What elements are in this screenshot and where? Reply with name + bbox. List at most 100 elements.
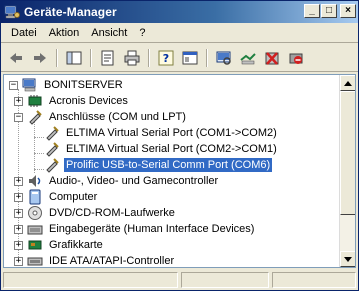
help-button[interactable]: ? — [155, 47, 177, 69]
tree-item-label: DVD/CD-ROM-Laufwerke — [49, 207, 175, 219]
toolbar-separator — [56, 48, 58, 67]
printer-icon — [124, 50, 140, 65]
ide-icon — [27, 257, 43, 266]
expand-toggle[interactable]: + — [14, 224, 23, 234]
update-driver-button[interactable] — [237, 47, 259, 69]
tree-root-label: BONITSERVER — [44, 79, 123, 91]
hid-icon — [27, 225, 43, 235]
tree-item-ide[interactable]: + IDE ATA/ATAPI-Controller — [14, 253, 176, 267]
arrow-right-icon — [34, 52, 46, 63]
vertical-scrollbar[interactable] — [339, 75, 355, 267]
tree-item-dvd-cdrom[interactable]: + DVD/CD-ROM-Laufwerke — [14, 205, 177, 221]
arrow-up-icon — [344, 80, 352, 86]
tree-item-label: Grafikkarte — [49, 239, 103, 251]
help-icon: ? — [158, 50, 174, 65]
scroll-up-button[interactable] — [340, 75, 355, 91]
uninstall-icon — [265, 51, 279, 65]
expand-toggle[interactable]: + — [14, 208, 23, 218]
tree-item-label: Eingabegeräte (Human Interface Devices) — [49, 223, 255, 235]
menu-bar: Datei Aktion Ansicht ? — [1, 23, 358, 43]
tree-view-icon — [66, 51, 82, 64]
forward-button[interactable] — [29, 47, 51, 69]
toolbar-separator — [206, 48, 208, 67]
tree-item-prolific-com6[interactable]: Prolific USB-to-Serial Comm Port (COM6) — [44, 157, 273, 173]
toolbar-separator — [90, 48, 92, 67]
tree-item-computer[interactable]: + Computer — [14, 189, 99, 205]
device-tree-content: − BONITSERVER + Acronis Devices − Anschl… — [4, 75, 340, 267]
tree-item-ports[interactable]: − Anschlüsse (COM und LPT) — [14, 109, 188, 125]
port-icon — [46, 158, 59, 173]
menu-ansicht[interactable]: Ansicht — [85, 27, 133, 39]
port-icon — [46, 142, 59, 157]
back-button[interactable] — [5, 47, 27, 69]
scrollbar-thumb[interactable] — [340, 91, 355, 215]
expand-toggle[interactable]: + — [14, 176, 23, 186]
computer-icon — [22, 78, 36, 92]
tree-item-label: ELTIMA Virtual Serial Port (COM2->COM1) — [66, 143, 277, 155]
device-tree[interactable]: − BONITSERVER + Acronis Devices − Anschl… — [3, 74, 356, 268]
properties-icon — [101, 50, 114, 65]
scroll-down-button[interactable] — [340, 251, 355, 267]
tree-item-audio-video[interactable]: + Audio-, Video- und Gamecontroller — [14, 173, 220, 189]
device-manager-window: Geräte-Manager _ □ × Datei Aktion Ansich… — [0, 0, 359, 291]
collapse-toggle[interactable]: − — [9, 80, 18, 90]
tree-item-label: IDE ATA/ATAPI-Controller — [49, 255, 175, 267]
tree-connector — [34, 169, 44, 170]
title-bar[interactable]: Geräte-Manager _ □ × — [1, 1, 358, 23]
computer-icon — [29, 189, 41, 205]
tree-item-label-selected: Prolific USB-to-Serial Comm Port (COM6) — [64, 158, 273, 172]
tree-item-eltima-com2-com1[interactable]: ELTIMA Virtual Serial Port (COM2->COM1) — [44, 141, 279, 157]
uninstall-button[interactable] — [261, 47, 283, 69]
cdrom-icon — [28, 206, 42, 220]
status-pane — [181, 272, 270, 288]
arrow-down-icon — [344, 256, 352, 262]
view-button[interactable] — [179, 47, 201, 69]
tree-item-graphics[interactable]: + Grafikkarte — [14, 237, 105, 253]
expand-toggle[interactable]: + — [14, 96, 23, 106]
tree-item-acronis-devices[interactable]: + Acronis Devices — [14, 93, 130, 109]
maximize-button[interactable]: □ — [321, 4, 337, 18]
tree-root[interactable]: − BONITSERVER — [9, 77, 125, 93]
status-pane — [272, 272, 356, 288]
tree-item-label: Anschlüsse (COM und LPT) — [49, 111, 186, 123]
window-title: Geräte-Manager — [24, 5, 117, 19]
status-bar — [1, 270, 358, 290]
menu-help[interactable]: ? — [133, 27, 151, 39]
scan-hardware-button[interactable] — [213, 47, 235, 69]
expand-toggle[interactable]: + — [14, 256, 23, 266]
close-button[interactable]: × — [340, 4, 356, 18]
status-pane-main — [3, 272, 179, 288]
tree-item-eltima-com1-com2[interactable]: ELTIMA Virtual Serial Port (COM1->COM2) — [44, 125, 279, 141]
minimize-button[interactable]: _ — [304, 4, 320, 18]
properties-button[interactable] — [97, 47, 119, 69]
collapse-toggle[interactable]: − — [14, 112, 23, 122]
expand-toggle[interactable]: + — [14, 192, 23, 202]
tree-connector — [34, 137, 44, 138]
disable-device-icon — [289, 53, 303, 64]
arrow-left-icon — [10, 52, 22, 63]
tree-connector — [34, 121, 35, 173]
audio-icon — [29, 175, 41, 187]
display-icon — [28, 240, 42, 250]
device-manager-icon — [4, 5, 20, 19]
console-icon — [182, 51, 198, 64]
scan-hardware-icon — [216, 51, 231, 65]
tree-item-label: Audio-, Video- und Gamecontroller — [49, 175, 219, 187]
menu-aktion[interactable]: Aktion — [43, 27, 86, 39]
svg-text:?: ? — [163, 52, 169, 65]
disable-button[interactable] — [285, 47, 307, 69]
tree-item-hid[interactable]: + Eingabegeräte (Human Interface Devices… — [14, 221, 256, 237]
port-icon — [46, 126, 59, 141]
show-hide-tree-button[interactable] — [63, 47, 85, 69]
expand-toggle[interactable]: + — [14, 240, 23, 250]
port-icon — [29, 110, 42, 125]
tree-item-label: Computer — [49, 191, 98, 203]
menu-datei[interactable]: Datei — [5, 27, 43, 39]
toolbar: ? — [1, 44, 358, 72]
tree-connector — [34, 153, 44, 154]
tree-item-label: Acronis Devices — [49, 95, 128, 107]
print-button[interactable] — [121, 47, 143, 69]
tree-item-label: ELTIMA Virtual Serial Port (COM1->COM2) — [66, 127, 277, 139]
toolbar-separator — [148, 48, 150, 67]
chip-icon — [28, 95, 42, 107]
